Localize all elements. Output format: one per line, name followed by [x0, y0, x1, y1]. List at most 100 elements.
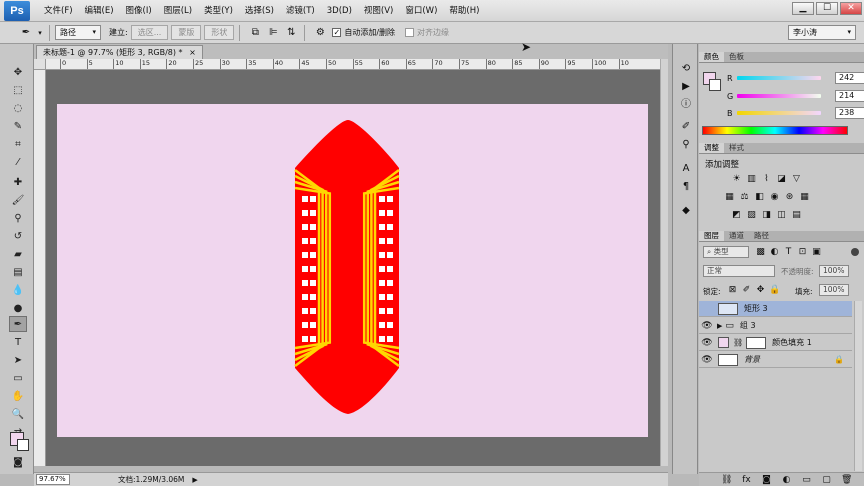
eraser-tool-icon[interactable]: ▰ [9, 246, 27, 262]
lock-pixels-icon[interactable]: ✐ [741, 285, 752, 295]
path-selection-tool-icon[interactable]: ➤ [9, 352, 27, 368]
tab-layers[interactable]: 图层 [699, 231, 724, 241]
trash-icon[interactable]: 🗑 [841, 475, 852, 485]
blue-slider[interactable] [737, 111, 821, 115]
green-slider[interactable] [737, 94, 821, 98]
chevron-right-icon[interactable]: ▶ [717, 322, 722, 330]
posterize-icon[interactable]: ▨ [746, 210, 757, 220]
quick-select-tool-icon[interactable]: ✎ [9, 118, 27, 134]
adjustment-layer-icon[interactable]: ◐ [781, 475, 792, 485]
link-layers-icon[interactable]: ⛓ [721, 475, 732, 485]
document-tab[interactable]: 未标题-1 @ 97.7% (矩形 3, RGB/8) * × [36, 45, 203, 59]
marquee-tool-icon[interactable]: ⬚ [9, 82, 27, 98]
fill-field[interactable]: 100% [819, 284, 849, 296]
zoom-tool-icon[interactable]: 🔍 [9, 406, 27, 422]
levels-icon[interactable]: ▥ [746, 174, 757, 184]
status-menu-arrow-icon[interactable]: ▶ [192, 476, 197, 484]
visibility-toggle[interactable]: · [699, 304, 715, 314]
zoom-field[interactable]: 97.67% [36, 474, 70, 485]
mode-select[interactable]: 路径 ▾ [55, 25, 101, 40]
color-balance-icon[interactable]: ⚖ [739, 192, 750, 202]
menu-select[interactable]: 选择(S) [239, 0, 280, 22]
menu-layer[interactable]: 图层(L) [158, 0, 198, 22]
paragraph-panel-icon[interactable]: ¶ [678, 180, 694, 194]
fx-icon[interactable]: fx [741, 475, 752, 485]
quick-mask-icon[interactable]: ◙ [9, 454, 27, 470]
lock-all-icon[interactable]: 🔒 [769, 285, 780, 295]
auto-add-delete-checkbox[interactable]: ✓ [332, 28, 342, 37]
selective-color-icon[interactable]: ◫ [776, 210, 787, 220]
tab-channels[interactable]: 通道 [724, 231, 749, 241]
add-mask-icon[interactable]: ◙ [761, 475, 772, 485]
green-value-field[interactable]: 214 [835, 90, 864, 102]
hue-saturation-icon[interactable]: ▦ [724, 192, 735, 202]
menu-image[interactable]: 图像(I) [120, 0, 158, 22]
actions-panel-icon[interactable]: ▶ [678, 80, 694, 94]
eyedropper-tool-icon[interactable]: ⁄ [9, 154, 27, 170]
make-mask-button[interactable]: 蒙版 [171, 25, 202, 40]
color-spectrum-bar[interactable] [702, 126, 848, 135]
close-icon[interactable]: × [189, 48, 196, 57]
red-slider[interactable] [737, 76, 821, 80]
close-button[interactable]: ✕ [840, 2, 862, 15]
photo-filter-icon[interactable]: ◉ [769, 192, 780, 202]
filter-type-icon[interactable]: T [783, 247, 794, 257]
pen-tool-preset-icon[interactable]: ✒ [18, 25, 34, 41]
background-color-swatch[interactable] [17, 439, 29, 451]
clone-source-panel-icon[interactable]: ⚲ [678, 138, 694, 152]
red-value-field[interactable]: 242 [835, 72, 864, 84]
threshold-icon[interactable]: ◨ [761, 210, 772, 220]
filter-adjustment-icon[interactable]: ◐ [769, 247, 780, 257]
black-white-icon[interactable]: ◧ [754, 192, 765, 202]
type-tool-icon[interactable]: T [9, 334, 27, 350]
opacity-field[interactable]: 100% [819, 265, 849, 277]
invert-icon[interactable]: ◩ [731, 210, 742, 220]
menu-help[interactable]: 帮助(H) [443, 0, 485, 22]
vertical-scrollbar[interactable] [660, 59, 668, 466]
brush-panel-icon[interactable]: ✐ [678, 120, 694, 134]
brightness-contrast-icon[interactable]: ☀ [731, 174, 742, 184]
eye-icon[interactable]: 👁 [699, 338, 715, 348]
layers-scrollbar[interactable] [854, 301, 862, 471]
tab-adjustments[interactable]: 调整 [699, 143, 724, 153]
path-operations-icon[interactable]: ⧉ [247, 25, 263, 41]
menu-3d[interactable]: 3D(D) [321, 0, 358, 22]
curves-icon[interactable]: ⌇ [761, 174, 772, 184]
channel-mixer-icon[interactable]: ⊛ [784, 192, 795, 202]
rectangle-tool-icon[interactable]: ▭ [9, 370, 27, 386]
clone-stamp-tool-icon[interactable]: ⚲ [9, 210, 27, 226]
menu-type[interactable]: 类型(Y) [198, 0, 239, 22]
gradient-tool-icon[interactable]: ▤ [9, 264, 27, 280]
lock-transparent-icon[interactable]: ⊠ [727, 285, 738, 295]
tab-color[interactable]: 颜色 [699, 52, 724, 62]
3d-panel-icon[interactable]: ◆ [678, 204, 694, 218]
menu-edit[interactable]: 编辑(E) [79, 0, 120, 22]
hand-tool-icon[interactable]: ✋ [9, 388, 27, 404]
blend-mode-select[interactable]: 正常 [703, 265, 775, 277]
path-alignment-icon[interactable]: ⊫ [265, 25, 281, 41]
exposure-icon[interactable]: ◪ [776, 174, 787, 184]
history-panel-icon[interactable]: ⟲ [678, 62, 694, 76]
filter-shape-icon[interactable]: ⊡ [797, 247, 808, 257]
layer-row-group-3[interactable]: 👁 ▶ ▭ 组 3 [699, 318, 852, 334]
gradient-map-icon[interactable]: ▤ [791, 210, 802, 220]
make-selection-button[interactable]: 选区... [130, 25, 169, 40]
eye-icon[interactable]: 👁 [699, 321, 715, 331]
vertical-ruler[interactable] [34, 70, 46, 466]
info-panel-icon[interactable]: ⓘ [678, 98, 694, 112]
new-layer-icon[interactable]: ▢ [821, 475, 832, 485]
character-panel-icon[interactable]: A [678, 162, 694, 176]
tab-paths[interactable]: 路径 [749, 231, 774, 241]
filter-pixel-icon[interactable]: ▩ [755, 247, 766, 257]
blue-value-field[interactable]: 238 [835, 107, 864, 119]
history-brush-tool-icon[interactable]: ↺ [9, 228, 27, 244]
menu-filter[interactable]: 滤镜(T) [280, 0, 321, 22]
healing-brush-tool-icon[interactable]: ✚ [9, 174, 27, 190]
workspace-select[interactable]: 李小涛 ▾ [788, 25, 856, 40]
menu-view[interactable]: 视图(V) [358, 0, 399, 22]
tab-styles[interactable]: 样式 [724, 143, 749, 153]
layer-filter-select[interactable]: ⌕ 类型 [703, 246, 749, 258]
pen-tool-icon[interactable]: ✒ [9, 316, 27, 332]
filter-smart-object-icon[interactable]: ▣ [811, 247, 822, 257]
lock-position-icon[interactable]: ✥ [755, 285, 766, 295]
